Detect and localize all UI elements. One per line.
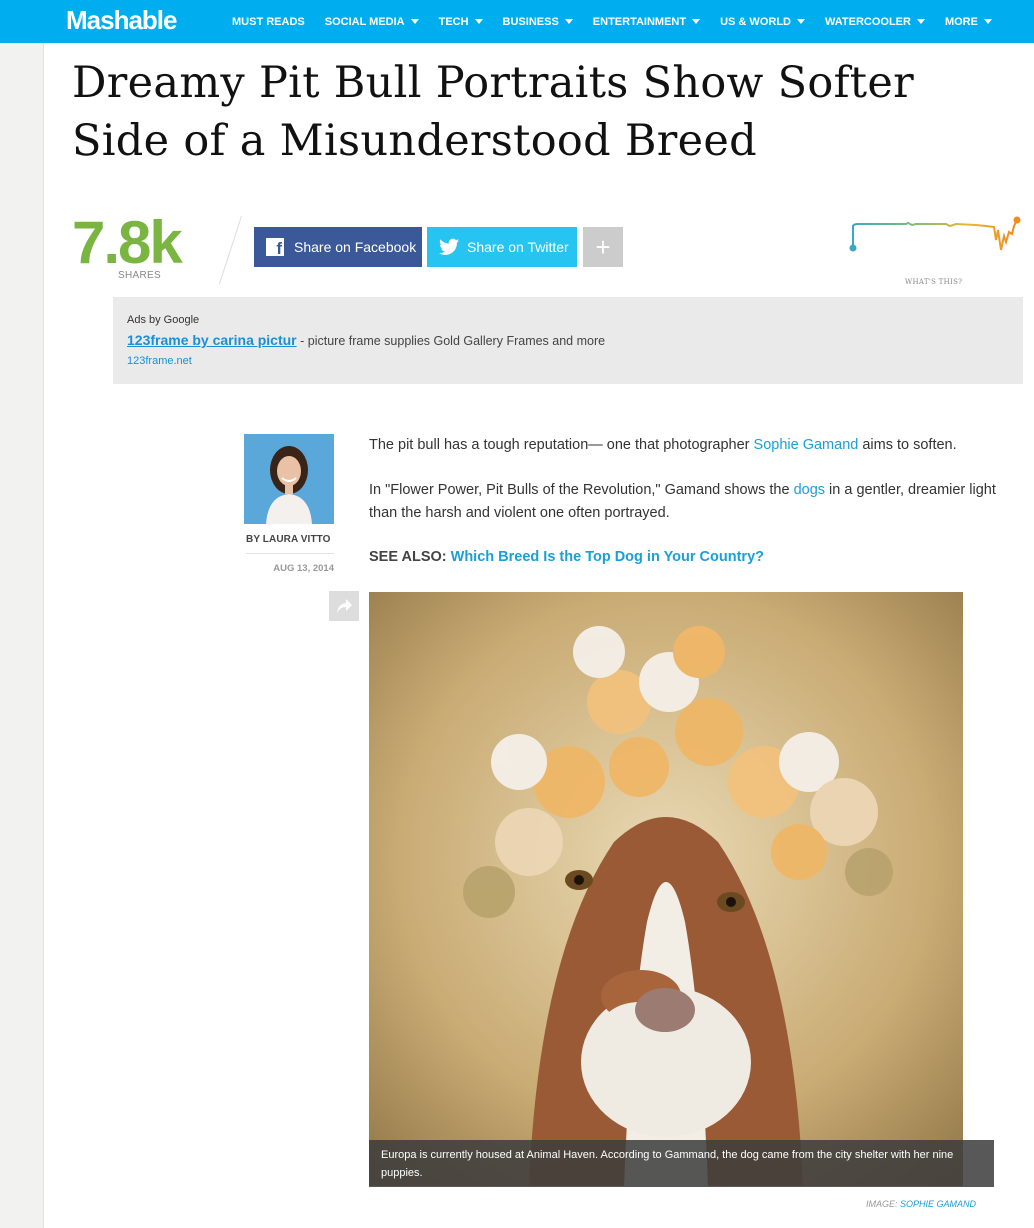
share-count: 7.8k bbox=[72, 209, 183, 276]
nav-item-social-media[interactable]: SOCIAL MEDIA bbox=[325, 16, 419, 28]
whats-this-link[interactable]: WHAT'S THIS? bbox=[905, 278, 962, 286]
see-also-label: SEE ALSO: bbox=[369, 549, 451, 565]
see-also: SEE ALSO: Which Breed Is the Top Dog in … bbox=[369, 549, 764, 565]
paragraph-text: aims to soften. bbox=[858, 437, 957, 453]
chevron-down-icon bbox=[564, 19, 573, 24]
article-headline: Dreamy Pit Bull Portraits Show Softer Si… bbox=[72, 58, 914, 166]
paragraph-text: In "Flower Power, Pit Bulls of the Revol… bbox=[369, 482, 794, 498]
article-photo[interactable] bbox=[369, 592, 963, 1186]
nav-item-entertainment[interactable]: ENTERTAINMENT bbox=[592, 15, 701, 28]
author-byline[interactable]: BY LAURA VITTO bbox=[246, 534, 331, 545]
photo-credit: IMAGE: SOPHIE GAMAND bbox=[866, 1199, 976, 1209]
ad-url[interactable]: 123frame.net bbox=[127, 355, 192, 367]
see-also-link[interactable]: Which Breed Is the Top Dog in Your Count… bbox=[451, 549, 764, 565]
publish-date: AUG 13, 2014 bbox=[273, 563, 334, 574]
nav-item-label: US & WORLD bbox=[720, 15, 791, 28]
share-divider bbox=[218, 215, 243, 285]
nav-item-tech[interactable]: TECH bbox=[439, 16, 483, 28]
twitter-icon bbox=[439, 238, 459, 255]
facebook-icon: f bbox=[266, 238, 284, 258]
ads-by-google-label: Ads by Google bbox=[127, 314, 200, 326]
dogs-link[interactable]: dogs bbox=[794, 482, 825, 498]
nav-item-label: SOCIAL MEDIA bbox=[324, 15, 405, 28]
nav-item-label: ENTERTAINMENT bbox=[592, 15, 687, 28]
nav-item-watercooler[interactable]: WATERCOOLER bbox=[825, 16, 925, 28]
nav-item-more[interactable]: MORE bbox=[945, 16, 992, 28]
author-avatar[interactable] bbox=[244, 434, 334, 524]
top-nav: Mashable MUST READS SOCIAL MEDIA TECH BU… bbox=[0, 0, 1034, 43]
credit-link[interactable]: SOPHIE GAMAND bbox=[900, 1199, 976, 1209]
facebook-button-label: Share on Facebook bbox=[294, 239, 417, 255]
chevron-down-icon bbox=[410, 19, 419, 24]
author-divider bbox=[246, 553, 334, 554]
nav-item-label: TECH bbox=[438, 15, 469, 28]
paragraph-text: The pit bull has a tough reputation— one… bbox=[369, 437, 754, 453]
credit-label: IMAGE: bbox=[866, 1199, 901, 1209]
chevron-down-icon bbox=[916, 19, 925, 24]
twitter-button-label: Share on Twitter bbox=[467, 239, 569, 255]
ad-link[interactable]: 123frame by carina pictur bbox=[127, 332, 297, 348]
mashable-logo[interactable]: Mashable bbox=[66, 5, 177, 36]
chevron-down-icon bbox=[796, 19, 805, 24]
ad-line: 123frame by carina pictur - picture fram… bbox=[127, 332, 605, 348]
share-arrow-icon[interactable] bbox=[329, 591, 359, 621]
paragraph-1: The pit bull has a tough reputation— one… bbox=[369, 434, 1009, 457]
share-facebook-button[interactable]: f Share on Facebook bbox=[254, 227, 422, 267]
share-twitter-button[interactable]: Share on Twitter bbox=[427, 227, 577, 267]
nav-item-us-world[interactable]: US & WORLD bbox=[720, 16, 805, 28]
caption-text: Europa is currently housed at Animal Hav… bbox=[381, 1149, 954, 1179]
sophie-gamand-link[interactable]: Sophie Gamand bbox=[754, 437, 859, 453]
nav-item-label: MUST READS bbox=[232, 15, 305, 28]
nav-item-business[interactable]: BUSINESS bbox=[503, 16, 573, 28]
velocity-graph bbox=[849, 216, 1021, 252]
chevron-down-icon bbox=[983, 19, 992, 24]
nav-item-label: MORE bbox=[944, 15, 978, 28]
nav-menu: MUST READS SOCIAL MEDIA TECH BUSINESS EN… bbox=[232, 0, 1012, 43]
left-gutter bbox=[0, 43, 44, 1228]
plus-icon: + bbox=[595, 231, 611, 262]
nav-item-label: BUSINESS bbox=[502, 15, 559, 28]
ad-box: Ads by Google 123frame by carina pictur … bbox=[113, 297, 1023, 384]
shares-label: SHARES bbox=[118, 270, 161, 281]
nav-item-label: WATERCOOLER bbox=[824, 15, 911, 28]
photo-caption: Europa is currently housed at Animal Hav… bbox=[369, 1140, 994, 1187]
more-share-button[interactable]: + bbox=[583, 227, 623, 267]
chevron-down-icon bbox=[474, 19, 483, 24]
nav-item-must-reads[interactable]: MUST READS bbox=[232, 16, 305, 28]
chevron-down-icon bbox=[692, 19, 701, 24]
ad-text: - picture frame supplies Gold Gallery Fr… bbox=[296, 334, 606, 348]
paragraph-2: In "Flower Power, Pit Bulls of the Revol… bbox=[369, 479, 1009, 525]
